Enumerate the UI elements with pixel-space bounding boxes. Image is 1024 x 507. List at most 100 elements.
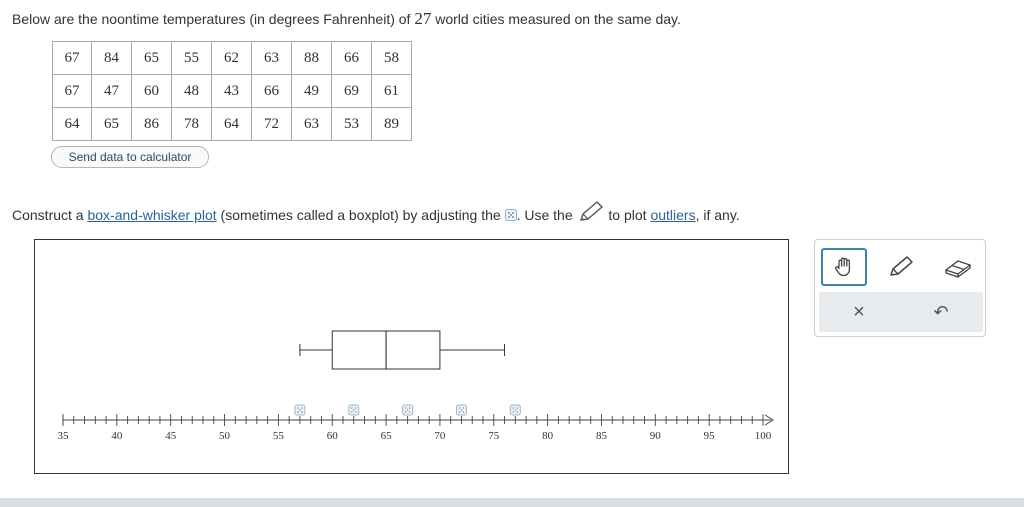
handle-dot (350, 411, 353, 413)
handle-dot (512, 411, 515, 413)
table-cell: 47 (91, 74, 132, 108)
undo-icon[interactable]: ↶ (929, 300, 953, 324)
instruction-text: Construct a box-and-whisker plot (someti… (12, 200, 740, 227)
handle-dot (460, 409, 463, 411)
table-row: 67 84 65 55 62 63 88 66 58 (52, 41, 412, 75)
table-cell: 43 (211, 74, 252, 108)
hand-icon (835, 257, 851, 277)
problem-intro: Below are the noontime temperatures (in … (12, 9, 681, 29)
eraser-icon (945, 260, 971, 278)
instruction-part: . Use the (516, 207, 577, 223)
boxplot-graph[interactable]: 35 40 45 50 55 60 65 70 75 80 85 90 95 100 (34, 239, 789, 474)
handle-dot (299, 409, 301, 411)
table-cell: 55 (171, 41, 212, 75)
table-cell: 48 (171, 74, 212, 108)
table-cell: 72 (251, 107, 292, 141)
handle-dot (404, 411, 407, 413)
bottom-bar (0, 498, 1024, 507)
lower-box[interactable] (331, 330, 387, 370)
eraser-tool-button[interactable] (935, 248, 981, 286)
handle-dot (354, 407, 357, 409)
table-cell: 78 (171, 107, 212, 141)
handle-dot (512, 407, 515, 409)
handle-dot (406, 409, 409, 411)
pencil-icon (890, 256, 913, 276)
handle-dot (408, 407, 411, 409)
tick-label: 50 (219, 430, 231, 442)
handle-dot (350, 407, 353, 409)
handle-dot (352, 409, 355, 411)
tool-palette: × ↶ (814, 239, 986, 337)
pencil-tool-button[interactable] (878, 248, 924, 286)
tick-label: 100 (755, 430, 772, 442)
table-cell: 64 (211, 107, 252, 141)
table-cell: 65 (131, 41, 172, 75)
tool-action-bar: × ↶ (819, 292, 983, 332)
instruction-part: Construct a (12, 207, 88, 223)
table-cell: 86 (131, 107, 172, 141)
handle-dot (354, 411, 357, 413)
tick-label: 95 (704, 430, 716, 442)
table-row: 67 47 60 48 43 66 49 69 61 (52, 74, 412, 108)
tick-label: 45 (165, 430, 177, 442)
instruction-part: (sometimes called a boxplot) by adjustin… (216, 207, 505, 223)
table-cell: 63 (291, 107, 332, 141)
hand-tool-button[interactable] (821, 248, 867, 286)
tick-label: 65 (381, 430, 393, 442)
tick-label: 70 (434, 430, 446, 442)
tick-label: 55 (273, 430, 285, 442)
table-cell: 65 (91, 107, 132, 141)
handle-dot (458, 407, 461, 409)
temperature-table: 67 84 65 55 62 63 88 66 58 67 47 60 48 4… (52, 41, 412, 141)
tick-label: 60 (327, 430, 339, 442)
table-row: 64 65 86 78 64 72 63 53 89 (52, 107, 412, 141)
instruction-part: , if any. (695, 207, 740, 223)
handle-dot (458, 411, 461, 413)
handle-dot (516, 407, 519, 409)
tick-label: 85 (596, 430, 608, 442)
handle-icon (504, 208, 517, 224)
table-cell: 64 (52, 107, 92, 141)
handle-dot (408, 411, 411, 413)
table-cell: 67 (52, 41, 92, 75)
table-cell: 66 (251, 74, 292, 108)
send-to-calculator-button[interactable]: Send data to calculator (51, 146, 209, 168)
handle-dot (297, 411, 299, 413)
upper-box[interactable] (385, 330, 441, 370)
outliers-link[interactable]: outliers (650, 207, 695, 223)
handle-dot (462, 411, 465, 413)
handle-dot (514, 409, 517, 411)
table-cell: 66 (331, 41, 372, 75)
handle-dot (297, 407, 299, 409)
table-cell: 88 (291, 41, 332, 75)
table-cell: 53 (331, 107, 372, 141)
intro-before: Below are the noontime temperatures (in … (12, 11, 415, 27)
close-icon[interactable]: × (847, 300, 871, 324)
handle-dot (404, 407, 407, 409)
handle-dot (462, 407, 465, 409)
intro-after: world cities measured on the same day. (431, 11, 681, 27)
handle-dot (516, 411, 519, 413)
handle-dot (301, 411, 303, 413)
table-cell: 89 (371, 107, 412, 141)
table-cell: 63 (251, 41, 292, 75)
box-and-whisker-link[interactable]: box-and-whisker plot (87, 207, 216, 223)
pencil-icon (577, 200, 605, 227)
tick-label: 90 (650, 430, 662, 442)
table-cell: 60 (131, 74, 172, 108)
city-count: 27 (414, 9, 432, 28)
boxplot-canvas[interactable]: 35 40 45 50 55 60 65 70 75 80 85 90 95 100 (35, 240, 790, 475)
tick-label: 80 (542, 430, 554, 442)
table-cell: 61 (371, 74, 412, 108)
table-cell: 69 (331, 74, 372, 108)
table-cell: 84 (91, 41, 132, 75)
table-cell: 62 (211, 41, 252, 75)
tick-label: 40 (111, 430, 123, 442)
tick-label: 75 (488, 430, 500, 442)
table-cell: 49 (291, 74, 332, 108)
tick-label: 35 (58, 430, 70, 442)
handle-dot (301, 407, 303, 409)
instruction-part: to plot (604, 207, 651, 223)
table-cell: 67 (52, 74, 92, 108)
table-cell: 58 (371, 41, 412, 75)
